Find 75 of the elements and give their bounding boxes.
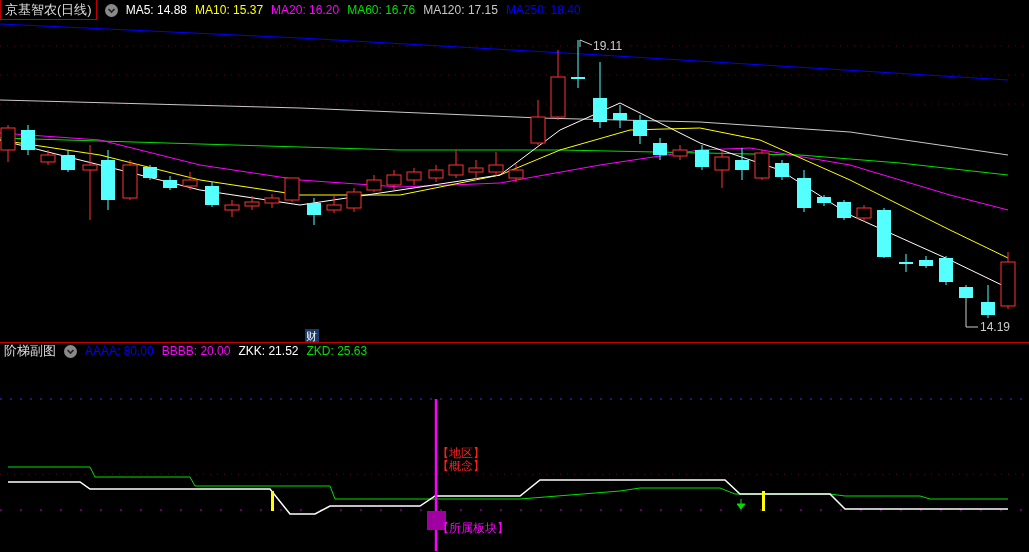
indicator-value: MA20: 16.20	[271, 2, 340, 19]
candlestick	[735, 147, 749, 181]
candlestick	[224, 199, 240, 218]
candlestick	[122, 159, 138, 201]
candlestick	[877, 207, 891, 259]
candlestick	[21, 124, 35, 156]
candlestick	[633, 114, 647, 145]
candlestick	[307, 197, 321, 226]
signal-bar	[762, 491, 765, 511]
price-label: 19.11	[593, 39, 623, 53]
candlestick	[797, 169, 811, 213]
annotation-label: 【地区】	[437, 446, 485, 460]
candlestick	[695, 144, 709, 171]
candlestick	[0, 124, 16, 163]
candlestick	[428, 164, 444, 183]
candlestick	[672, 144, 688, 161]
indicator-value: MA10: 15.37	[195, 2, 264, 19]
annotation-label: 【概念】	[437, 459, 485, 473]
candlestick	[264, 193, 280, 209]
candlestick	[244, 195, 260, 211]
candlestick	[386, 169, 402, 191]
event-marker[interactable]: 财	[305, 329, 319, 342]
indicator-value: BBBB: 20.00	[161, 343, 231, 360]
candlestick	[837, 199, 851, 221]
candlestick	[101, 149, 115, 211]
candlestick	[61, 149, 75, 173]
indicator-value: MA60: 16.76	[347, 2, 416, 19]
indicator-value: MA250: 18.40	[505, 2, 581, 19]
candlestick	[163, 175, 177, 191]
candlestick	[714, 149, 730, 189]
candlestick	[530, 99, 546, 146]
candlestick	[346, 187, 362, 213]
signal-bar	[271, 491, 274, 511]
candlestick	[653, 137, 667, 161]
leader-line	[965, 299, 979, 328]
candlestick	[1000, 251, 1016, 310]
candlestick	[205, 181, 219, 208]
candlestick	[817, 194, 831, 207]
candlestick	[899, 253, 913, 273]
annotation-label: 【所属板块】	[437, 521, 509, 535]
candlestick	[468, 159, 484, 181]
candlestick	[939, 255, 953, 286]
candlestick	[366, 174, 382, 193]
candlestick	[981, 284, 995, 319]
candlestick	[448, 149, 464, 179]
candlestick	[406, 167, 422, 186]
candlestick	[40, 149, 56, 166]
indicator-value: MA5: 14.88	[125, 2, 188, 19]
candlestick	[284, 177, 300, 203]
candlestick	[919, 255, 933, 269]
marker-block	[427, 511, 446, 530]
candlestick	[754, 149, 770, 181]
leader-line	[579, 39, 593, 48]
candlestick	[182, 171, 198, 191]
candlestick	[143, 164, 157, 181]
dropdown-icon[interactable]	[64, 344, 77, 358]
candlestick	[593, 61, 607, 129]
candlestick	[775, 159, 789, 181]
chart-title: 阶梯副图	[4, 342, 56, 361]
candlestick	[508, 163, 524, 183]
candlestick	[856, 204, 872, 223]
indicator-value: MA120: 17.15	[423, 2, 498, 19]
indicator-value: AAAA: 80.00	[85, 343, 154, 360]
indicator-value: ZKK: 21.52	[238, 343, 299, 360]
candlestick	[613, 104, 627, 129]
candlestick	[326, 194, 342, 214]
down-arrow-icon	[736, 498, 746, 510]
indicator-value: ZKD: 25.63	[306, 343, 368, 360]
dropdown-icon[interactable]	[104, 3, 118, 17]
chart-title: 京基智农(日线)	[0, 0, 97, 21]
candlestick	[488, 151, 504, 177]
price-label: 14.19	[980, 320, 1011, 334]
candlestick	[571, 39, 585, 89]
candlestick	[550, 49, 566, 121]
candlestick	[959, 284, 973, 301]
